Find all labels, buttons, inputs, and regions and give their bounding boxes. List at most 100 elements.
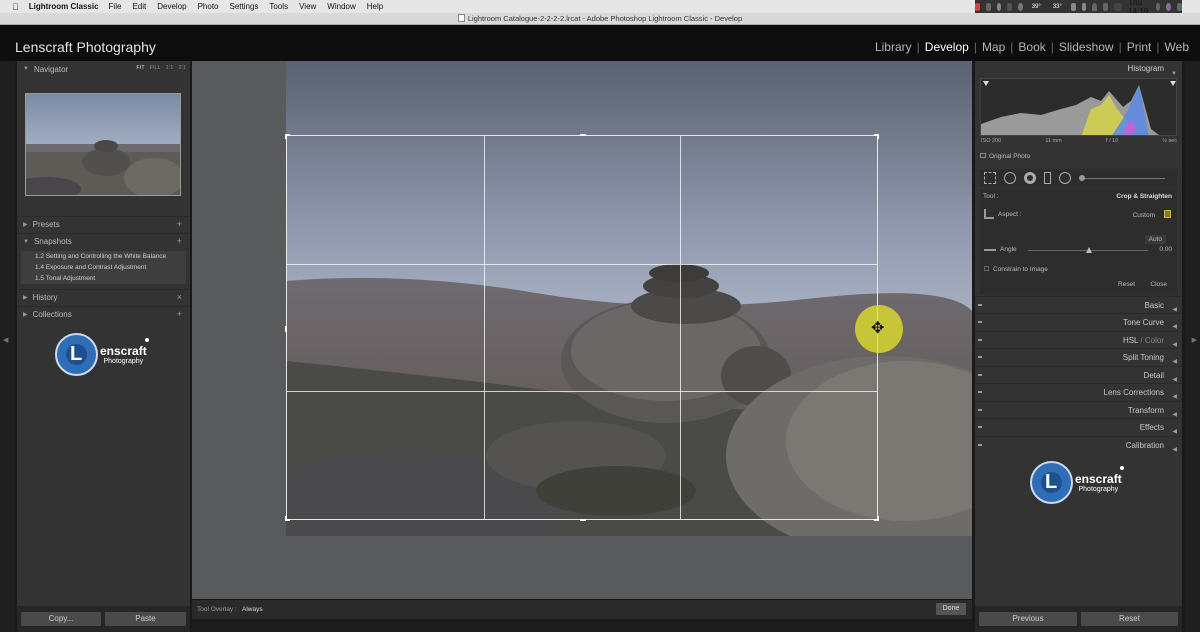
right-panel-toggle-strip[interactable]: ▶ <box>1185 61 1200 632</box>
history-header[interactable]: ▶ History × <box>17 289 190 305</box>
panel-switch-icon[interactable] <box>978 374 982 376</box>
section-basic[interactable]: Basic ◀ <box>975 296 1182 313</box>
panel-switch-icon[interactable] <box>978 426 982 428</box>
crop-handle-bottom[interactable] <box>580 516 586 521</box>
menu-tools[interactable]: Tools <box>269 2 288 11</box>
add-preset-icon[interactable]: + <box>177 219 182 229</box>
straighten-tool-icon[interactable] <box>984 248 996 251</box>
left-panel-toggle-strip[interactable]: ◀ <box>0 61 15 632</box>
module-library[interactable]: Library <box>870 40 917 54</box>
search-icon[interactable] <box>1155 2 1161 11</box>
apple-icon[interactable]:  <box>12 2 19 12</box>
image-canvas[interactable]: ✥ <box>192 61 972 599</box>
menu-view[interactable]: View <box>299 2 316 11</box>
triangle-down-icon[interactable]: ▼ <box>23 239 29 245</box>
module-slideshow[interactable]: Slideshow <box>1054 40 1119 54</box>
section-tone-curve[interactable]: Tone Curve ◀ <box>975 313 1182 330</box>
menu-file[interactable]: File <box>109 2 122 11</box>
menu-settings[interactable]: Settings <box>230 2 259 11</box>
siri-icon[interactable] <box>1166 2 1172 11</box>
dropbox-icon[interactable] <box>1007 2 1012 11</box>
module-book[interactable]: Book <box>1013 40 1050 54</box>
crop-handle-top[interactable] <box>580 134 586 139</box>
reset-button[interactable]: Reset <box>1081 612 1178 626</box>
module-print[interactable]: Print <box>1122 40 1157 54</box>
record-icon[interactable] <box>975 2 980 11</box>
triangle-down-icon[interactable]: ▼ <box>23 66 29 72</box>
angle-value[interactable]: 0.00 <box>1159 246 1172 253</box>
zoom-fill[interactable]: FILL <box>150 65 161 71</box>
crop-handle-top-right[interactable] <box>874 134 879 139</box>
module-develop[interactable]: Develop <box>920 40 974 54</box>
tool-overlay-select[interactable]: Always <box>242 606 263 613</box>
menu-edit[interactable]: Edit <box>132 2 146 11</box>
zoom-2-1[interactable]: 2:1 <box>178 65 186 71</box>
crop-handle-left[interactable] <box>285 326 290 332</box>
app-menu[interactable]: Lightroom Classic <box>29 2 99 11</box>
sync-icon[interactable] <box>1018 2 1023 11</box>
original-photo-toggle[interactable]: Original Photo <box>980 153 1030 160</box>
menu-develop[interactable]: Develop <box>157 2 186 11</box>
angle-slider-thumb[interactable] <box>1086 247 1092 253</box>
spot-removal-icon[interactable] <box>1004 172 1016 184</box>
radial-filter-icon[interactable] <box>1059 172 1071 184</box>
checkbox-icon[interactable] <box>984 266 989 271</box>
lock-icon[interactable] <box>1164 210 1171 218</box>
triangle-right-icon[interactable]: ▶ <box>23 311 28 318</box>
snapshot-item[interactable]: 1.4 Exposure and Contrast Adjustment <box>21 262 186 273</box>
collapse-right-icon[interactable]: ▶ <box>1192 336 1197 344</box>
section-lens-corrections[interactable]: Lens Corrections ◀ <box>975 383 1182 400</box>
paste-button[interactable]: Paste <box>105 612 186 626</box>
presets-header[interactable]: ▶ Presets + <box>17 216 190 232</box>
copy-button[interactable]: Copy... <box>21 612 101 626</box>
add-snapshot-icon[interactable]: + <box>177 236 182 246</box>
crop-close-button[interactable]: Close <box>1150 281 1167 288</box>
section-calibration[interactable]: Calibration ◀ <box>975 436 1182 453</box>
aspect-select[interactable]: Custom <box>1133 212 1155 219</box>
triangle-right-icon[interactable]: ▶ <box>23 221 28 228</box>
snapshot-item[interactable]: 1.2 Setting and Controlling the White Ba… <box>21 251 186 262</box>
section-transform[interactable]: Transform ◀ <box>975 401 1182 418</box>
histogram-header[interactable]: Histogram ▼ <box>975 61 1182 77</box>
bluetooth-icon[interactable] <box>1081 2 1087 11</box>
module-map[interactable]: Map <box>977 40 1010 54</box>
menu-window[interactable]: Window <box>327 2 355 11</box>
snapshots-header[interactable]: ▼ Snapshots + <box>17 233 190 249</box>
crop-handle-top-left[interactable] <box>285 134 290 139</box>
crop-reset-button[interactable]: Reset <box>1118 281 1135 288</box>
panel-switch-icon[interactable] <box>978 391 982 393</box>
clear-history-icon[interactable]: × <box>177 292 182 302</box>
cloud-icon[interactable] <box>996 2 1002 11</box>
wifi-icon[interactable] <box>1092 2 1098 11</box>
volume-icon[interactable] <box>1103 2 1108 11</box>
triangle-right-icon[interactable]: ▶ <box>23 294 28 301</box>
add-collection-icon[interactable]: + <box>177 309 182 319</box>
panel-switch-icon[interactable] <box>978 409 982 411</box>
panel-switch-icon[interactable] <box>978 321 982 323</box>
notification-icon[interactable] <box>1177 2 1182 11</box>
section-hsl-color[interactable]: HSL / Color ◀ <box>975 331 1182 348</box>
crop-frame-icon[interactable] <box>984 209 994 219</box>
panel-switch-icon[interactable] <box>978 444 982 446</box>
graduated-filter-icon[interactable] <box>1044 172 1051 184</box>
section-detail[interactable]: Detail ◀ <box>975 366 1182 383</box>
grid-icon[interactable] <box>985 2 991 11</box>
panel-switch-icon[interactable] <box>978 339 982 341</box>
menu-help[interactable]: Help <box>367 2 383 11</box>
auto-button[interactable]: Auto <box>1144 235 1166 244</box>
snapshot-item[interactable]: 1.5 Tonal Adjustment <box>21 273 186 284</box>
collections-header[interactable]: ▶ Collections + <box>17 306 190 322</box>
red-eye-icon[interactable] <box>1024 172 1036 184</box>
navigator-header[interactable]: ▼ Navigator FIT FILL 1:1 2:1 <box>17 61 190 77</box>
temperature-badge-1[interactable]: 39° <box>1028 2 1044 11</box>
section-effects[interactable]: Effects ◀ <box>975 418 1182 435</box>
battery-icon[interactable] <box>1113 2 1123 11</box>
zoom-1-1[interactable]: 1:1 <box>166 65 174 71</box>
panel-switch-icon[interactable] <box>978 356 982 358</box>
crop-frame[interactable] <box>285 134 879 521</box>
panel-switch-icon[interactable] <box>978 304 982 306</box>
navigator-preview[interactable] <box>25 93 181 196</box>
adjustment-brush-slider[interactable] <box>1079 174 1165 181</box>
histogram[interactable] <box>980 78 1177 136</box>
previous-button[interactable]: Previous <box>979 612 1077 626</box>
